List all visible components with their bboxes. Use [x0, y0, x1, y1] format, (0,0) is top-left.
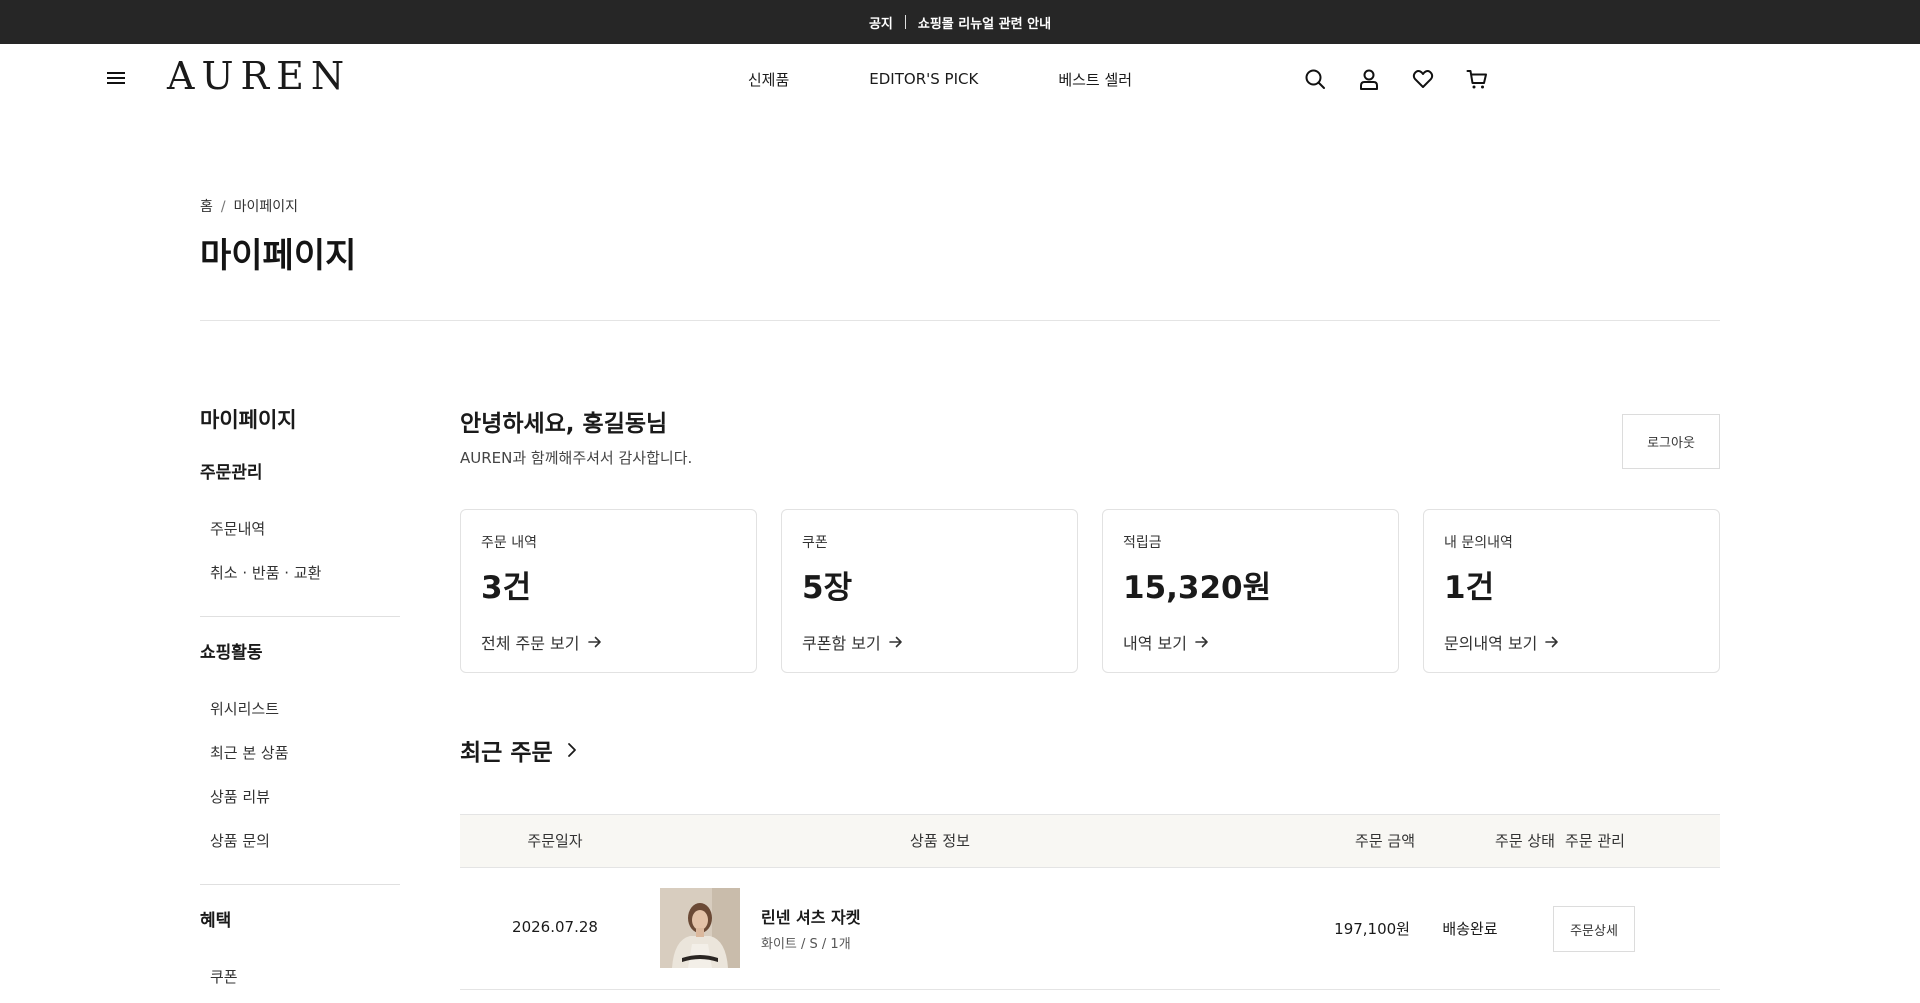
orders-table-header: 주문일자 상품 정보 주문 금액 주문 상태 주문 관리: [460, 814, 1720, 868]
sidebar-section-benefits: 혜택: [200, 911, 232, 931]
sidebar-divider: [200, 616, 400, 617]
sidebar-item-orders[interactable]: 주문내역: [210, 518, 265, 539]
sidebar-item-cancel-return[interactable]: 취소 · 반품 · 교환: [210, 562, 321, 583]
nav-editors-pick[interactable]: EDITOR'S PICK: [869, 70, 978, 88]
table-row[interactable]: 2026.07.28 린넨 셔츠 자켓 화이트 / S / 1개 197,100…: [460, 868, 1720, 990]
header-icons: [1302, 66, 1490, 92]
card-value: 3건: [481, 570, 532, 606]
logout-button[interactable]: 로그아웃: [1622, 414, 1720, 469]
greeting-subtitle: AUREN과 함께해주셔서 감사합니다.: [460, 449, 693, 467]
site-logo[interactable]: AUREN: [167, 54, 351, 98]
card-link-label: 쿠폰함 보기: [802, 634, 881, 653]
card-label: 적립금: [1123, 535, 1162, 551]
hamburger-menu-icon[interactable]: [104, 69, 128, 89]
greeting-title: 안녕하세요, 홍길동님: [460, 411, 668, 437]
card-link-label: 문의내역 보기: [1444, 634, 1538, 653]
product-option: 화이트 / S / 1개: [761, 937, 851, 952]
recent-orders-title: 최근 주문: [460, 740, 553, 766]
order-detail-button[interactable]: 주문상세: [1553, 906, 1635, 952]
arrow-right-icon: [587, 636, 601, 648]
sidebar-section-order: 주문관리: [200, 463, 263, 483]
view-all-orders-link[interactable]: 전체 주문 보기: [481, 630, 602, 654]
column-header-manage: 주문 관리: [1565, 832, 1625, 850]
sidebar-divider: [200, 884, 400, 885]
sidebar-item-wishlist[interactable]: 위시리스트: [210, 698, 279, 719]
arrow-right-icon: [1195, 636, 1208, 648]
summary-card-orders: 주문 내역 3건 전체 주문 보기: [460, 509, 757, 673]
cart-icon[interactable]: [1464, 66, 1490, 92]
summary-card-inquiries: 내 문의내역 1건 문의내역 보기: [1423, 509, 1720, 673]
product-name[interactable]: 린넨 셔츠 자켓: [761, 904, 860, 928]
notice-bar[interactable]: 공지 쇼핑몰 리뉴얼 관련 안내: [0, 0, 1920, 44]
title-divider: [200, 320, 1720, 321]
recent-orders-link[interactable]: 최근 주문: [460, 733, 577, 767]
summary-card-points: 적립금 15,320원 내역 보기: [1102, 509, 1399, 673]
notice-label: 공지: [868, 16, 893, 32]
column-header-product: 상품 정보: [910, 832, 970, 850]
card-link-label: 전체 주문 보기: [481, 634, 580, 653]
card-label: 주문 내역: [481, 535, 537, 551]
card-label: 내 문의내역: [1444, 535, 1513, 551]
breadcrumb-current: 마이페이지: [233, 199, 299, 215]
card-value: 5장: [802, 570, 853, 606]
nav-new-products[interactable]: 신제품: [748, 69, 789, 90]
sidebar-item-reviews[interactable]: 상품 리뷰: [210, 786, 270, 807]
breadcrumb-home[interactable]: 홈: [200, 199, 213, 215]
site-header: AUREN 신제품 EDITOR'S PICK 베스트 셀러: [0, 44, 1920, 114]
card-label: 쿠폰: [802, 535, 828, 551]
sidebar-section-shopping: 쇼핑활동: [200, 643, 263, 663]
chevron-right-icon: [567, 743, 576, 757]
notice-separator: [904, 15, 906, 29]
view-points-link[interactable]: 내역 보기: [1123, 630, 1209, 654]
sidebar-item-recently-viewed[interactable]: 최근 본 상품: [210, 742, 289, 763]
card-link-label: 내역 보기: [1123, 634, 1187, 653]
column-header-date: 주문일자: [527, 832, 583, 850]
view-coupons-link[interactable]: 쿠폰함 보기: [802, 630, 903, 654]
order-status: 배송완료: [1442, 920, 1498, 938]
nav-best-seller[interactable]: 베스트 셀러: [1058, 69, 1132, 90]
arrow-right-icon: [1545, 636, 1559, 648]
breadcrumb-separator: /: [220, 199, 226, 215]
arrow-right-icon: [888, 636, 902, 648]
column-header-amount: 주문 금액: [1355, 832, 1415, 850]
heart-icon[interactable]: [1410, 66, 1436, 92]
search-icon[interactable]: [1302, 66, 1328, 92]
sidebar-title: 마이페이지: [200, 408, 297, 432]
sidebar-item-coupons[interactable]: 쿠폰: [210, 966, 238, 987]
page-title: 마이페이지: [200, 236, 357, 276]
view-inquiries-link[interactable]: 문의내역 보기: [1444, 630, 1559, 654]
card-value: 15,320원: [1123, 570, 1272, 606]
product-thumbnail[interactable]: [660, 888, 740, 968]
notice-text[interactable]: 쇼핑몰 리뉴얼 관련 안내: [918, 13, 1051, 32]
user-icon[interactable]: [1356, 66, 1382, 92]
summary-card-coupons: 쿠폰 5장 쿠폰함 보기: [781, 509, 1078, 673]
order-date: 2026.07.28: [512, 918, 598, 936]
order-amount: 197,100원: [1334, 920, 1410, 938]
sidebar-item-inquiries[interactable]: 상품 문의: [210, 830, 270, 851]
card-value: 1건: [1444, 570, 1495, 606]
breadcrumb: 홈 / 마이페이지: [200, 196, 298, 216]
